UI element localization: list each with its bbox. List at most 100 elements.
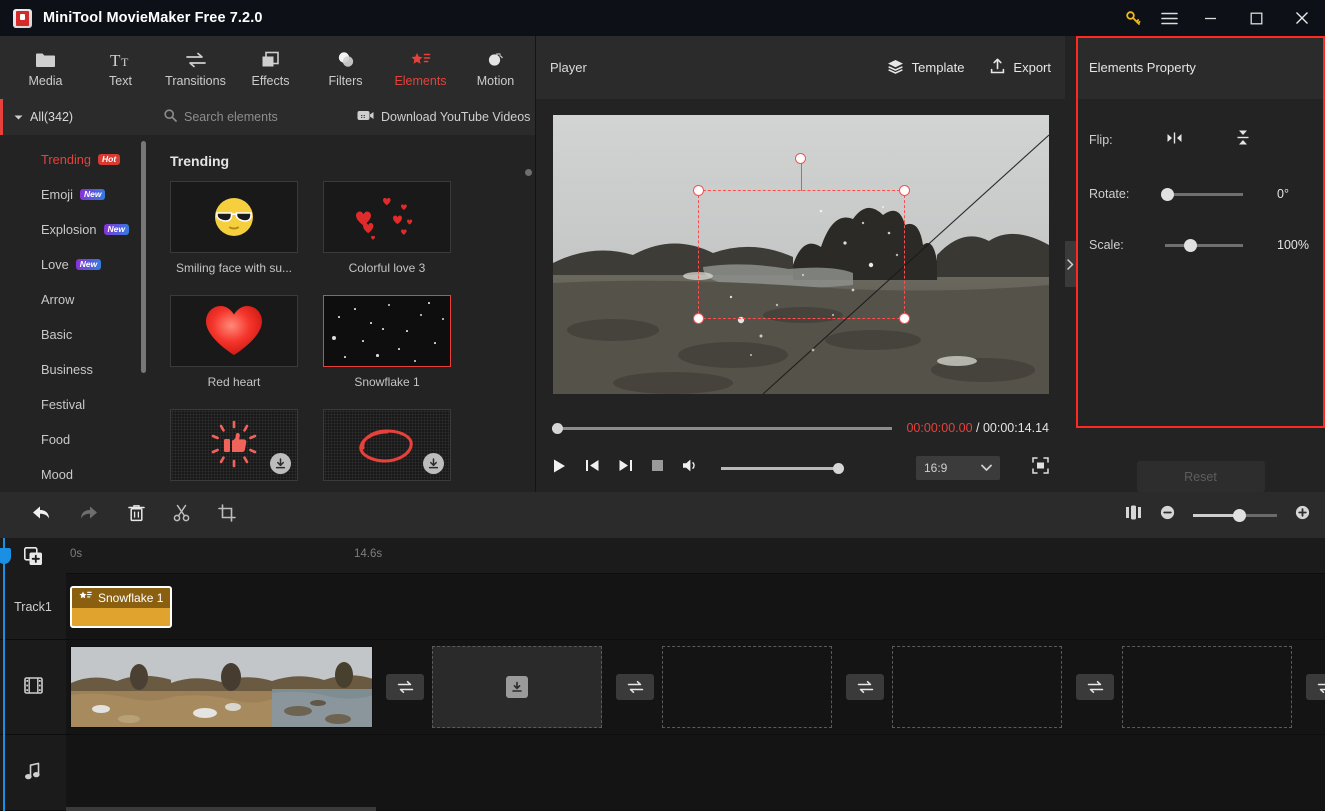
element-thumbnail-selected[interactable] xyxy=(323,295,451,367)
tab-motion[interactable]: Motion xyxy=(458,36,533,99)
aspect-ratio-select[interactable]: 16:9 xyxy=(916,456,1000,480)
transition-button[interactable] xyxy=(1306,674,1325,700)
resize-handle-bottom-left[interactable] xyxy=(692,312,704,324)
sidebar-item-arrow[interactable]: Arrow xyxy=(0,282,152,317)
element-thumbnail[interactable] xyxy=(323,181,451,253)
timeline-empty-slot[interactable] xyxy=(1122,646,1292,728)
timeline-zoom-slider[interactable] xyxy=(1193,508,1277,522)
undo-button[interactable] xyxy=(30,504,51,526)
template-button[interactable]: Template xyxy=(887,59,964,77)
fullscreen-icon[interactable] xyxy=(1032,457,1049,479)
element-item[interactable] xyxy=(170,409,298,489)
category-scrollbar[interactable] xyxy=(141,141,146,373)
timeline-horizontal-scrollbar[interactable] xyxy=(66,807,376,811)
transition-button[interactable] xyxy=(1076,674,1114,700)
close-icon[interactable] xyxy=(1279,0,1325,36)
flip-vertical-icon[interactable] xyxy=(1236,128,1250,152)
scissors-icon[interactable] xyxy=(173,504,190,527)
crop-icon[interactable] xyxy=(218,503,236,527)
tab-text[interactable]: TT Text xyxy=(83,36,158,99)
maximize-icon[interactable] xyxy=(1233,0,1279,36)
download-icon[interactable] xyxy=(270,453,291,474)
fit-timeline-icon[interactable] xyxy=(1125,505,1142,525)
tab-filters[interactable]: Filters xyxy=(308,36,383,99)
seek-knob[interactable] xyxy=(552,422,563,434)
sidebar-item-basic[interactable]: Basic xyxy=(0,317,152,352)
element-selection-box[interactable] xyxy=(692,152,910,324)
sidebar-item-love[interactable]: Love New xyxy=(0,247,152,282)
sidebar-item-mood[interactable]: Mood xyxy=(0,457,152,492)
rotate-slider-knob[interactable] xyxy=(1161,187,1174,201)
key-icon[interactable] xyxy=(1115,0,1151,36)
category-all[interactable]: All(342) xyxy=(0,99,152,135)
redo-button[interactable] xyxy=(79,504,100,526)
download-icon[interactable] xyxy=(506,676,528,698)
seek-slider[interactable] xyxy=(552,422,893,434)
sidebar-item-business[interactable]: Business xyxy=(0,352,152,387)
previous-frame-button[interactable] xyxy=(585,458,600,478)
element-thumbnail[interactable] xyxy=(170,181,298,253)
scale-slider[interactable] xyxy=(1165,238,1243,252)
element-item[interactable]: Colorful love 3 xyxy=(323,181,451,275)
sidebar-item-food[interactable]: Food xyxy=(0,422,152,457)
sidebar-item-festival[interactable]: Festival xyxy=(0,387,152,422)
tab-media[interactable]: Media xyxy=(8,36,83,99)
zoom-out-icon[interactable] xyxy=(1160,505,1175,525)
export-button[interactable]: Export xyxy=(990,58,1051,77)
download-youtube-button[interactable]: Download YouTube Videos xyxy=(357,109,530,125)
resize-handle-top-left[interactable] xyxy=(692,184,704,196)
search-input[interactable]: Search elements xyxy=(152,109,357,125)
rotate-slider[interactable] xyxy=(1161,187,1243,201)
download-icon[interactable] xyxy=(423,453,444,474)
preview-canvas[interactable] xyxy=(552,114,1049,394)
scale-slider-knob[interactable] xyxy=(1184,238,1197,252)
timeline-row-audio[interactable] xyxy=(66,735,1325,811)
timeline-empty-slot[interactable] xyxy=(432,646,602,728)
play-button[interactable] xyxy=(552,458,567,479)
resize-handle-bottom-right[interactable] xyxy=(898,312,910,324)
volume-knob[interactable] xyxy=(833,462,844,474)
resize-handle-top-right[interactable] xyxy=(898,184,910,196)
next-frame-button[interactable] xyxy=(618,458,633,478)
sidebar-item-explosion[interactable]: Explosion New xyxy=(0,212,152,247)
zoom-in-icon[interactable] xyxy=(1295,505,1310,525)
tab-transitions[interactable]: Transitions xyxy=(158,36,233,99)
flip-horizontal-icon[interactable] xyxy=(1165,131,1184,150)
track-header-audio[interactable] xyxy=(0,735,66,811)
rotate-handle[interactable] xyxy=(795,152,806,164)
timeline-empty-slot[interactable] xyxy=(662,646,832,728)
element-item[interactable]: Snowflake 1 xyxy=(323,295,451,389)
volume-slider[interactable] xyxy=(721,462,844,474)
menu-icon[interactable] xyxy=(1151,0,1187,36)
sidebar-item-emoji[interactable]: Emoji New xyxy=(0,177,152,212)
timeline-empty-slot[interactable] xyxy=(892,646,1062,728)
timeline-clip-video[interactable] xyxy=(70,646,373,728)
stop-button[interactable] xyxy=(651,459,664,477)
reset-button[interactable]: Reset xyxy=(1136,461,1265,492)
transition-button[interactable] xyxy=(386,674,424,700)
timeline-ruler[interactable]: 0s 14.6s xyxy=(66,538,1325,574)
timeline-row-video[interactable] xyxy=(66,640,1325,735)
element-item[interactable]: Red heart xyxy=(170,295,298,389)
tab-elements[interactable]: Elements xyxy=(383,36,458,99)
collapse-properties-button[interactable] xyxy=(1065,241,1076,287)
volume-button[interactable] xyxy=(682,458,699,478)
zoom-slider-knob[interactable] xyxy=(1233,508,1246,522)
trash-icon[interactable] xyxy=(128,504,145,527)
playhead[interactable] xyxy=(0,538,11,811)
track-header-video[interactable] xyxy=(0,640,66,735)
timeline-row-track1[interactable]: Snowflake 1 xyxy=(66,574,1325,640)
timeline-clip-element[interactable]: Snowflake 1 xyxy=(70,586,172,628)
minimize-icon[interactable] xyxy=(1187,0,1233,36)
sidebar-item-trending[interactable]: Trending Hot xyxy=(0,142,152,177)
element-item[interactable] xyxy=(323,409,451,489)
transition-button[interactable] xyxy=(616,674,654,700)
track-header-track1[interactable]: Track1 xyxy=(0,574,66,640)
transition-button[interactable] xyxy=(846,674,884,700)
elements-scrollbar[interactable] xyxy=(525,169,532,176)
element-thumbnail[interactable] xyxy=(170,409,298,481)
element-thumbnail[interactable] xyxy=(323,409,451,481)
element-item[interactable]: Smiling face with su... xyxy=(170,181,298,275)
element-thumbnail[interactable] xyxy=(170,295,298,367)
tab-effects[interactable]: Effects xyxy=(233,36,308,99)
